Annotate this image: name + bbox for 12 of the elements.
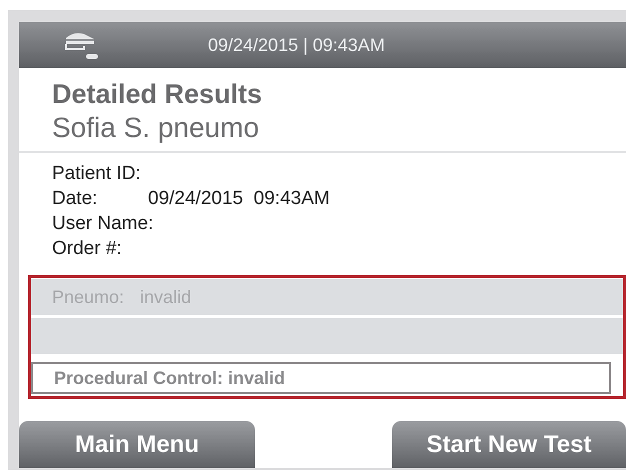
field-value: 09/24/2015 09:43AM: [148, 187, 330, 211]
field-label: Order #:: [52, 237, 123, 261]
device-icon: [64, 30, 98, 60]
date-time: 09/24/2015 | 09:43AM: [208, 34, 385, 56]
screen-title: Detailed Results: [52, 78, 264, 111]
main-menu-button[interactable]: Main Menu: [19, 421, 255, 468]
control-result: Procedural Control: invalid: [54, 368, 286, 388]
field-label: Date:: [52, 187, 98, 211]
patient-name: Sofia S. pneumo: [52, 111, 260, 145]
field-label: User Name:: [52, 212, 154, 236]
field-label: Patient ID:: [52, 162, 142, 186]
start-test-button[interactable]: Start New Test: [392, 421, 626, 468]
